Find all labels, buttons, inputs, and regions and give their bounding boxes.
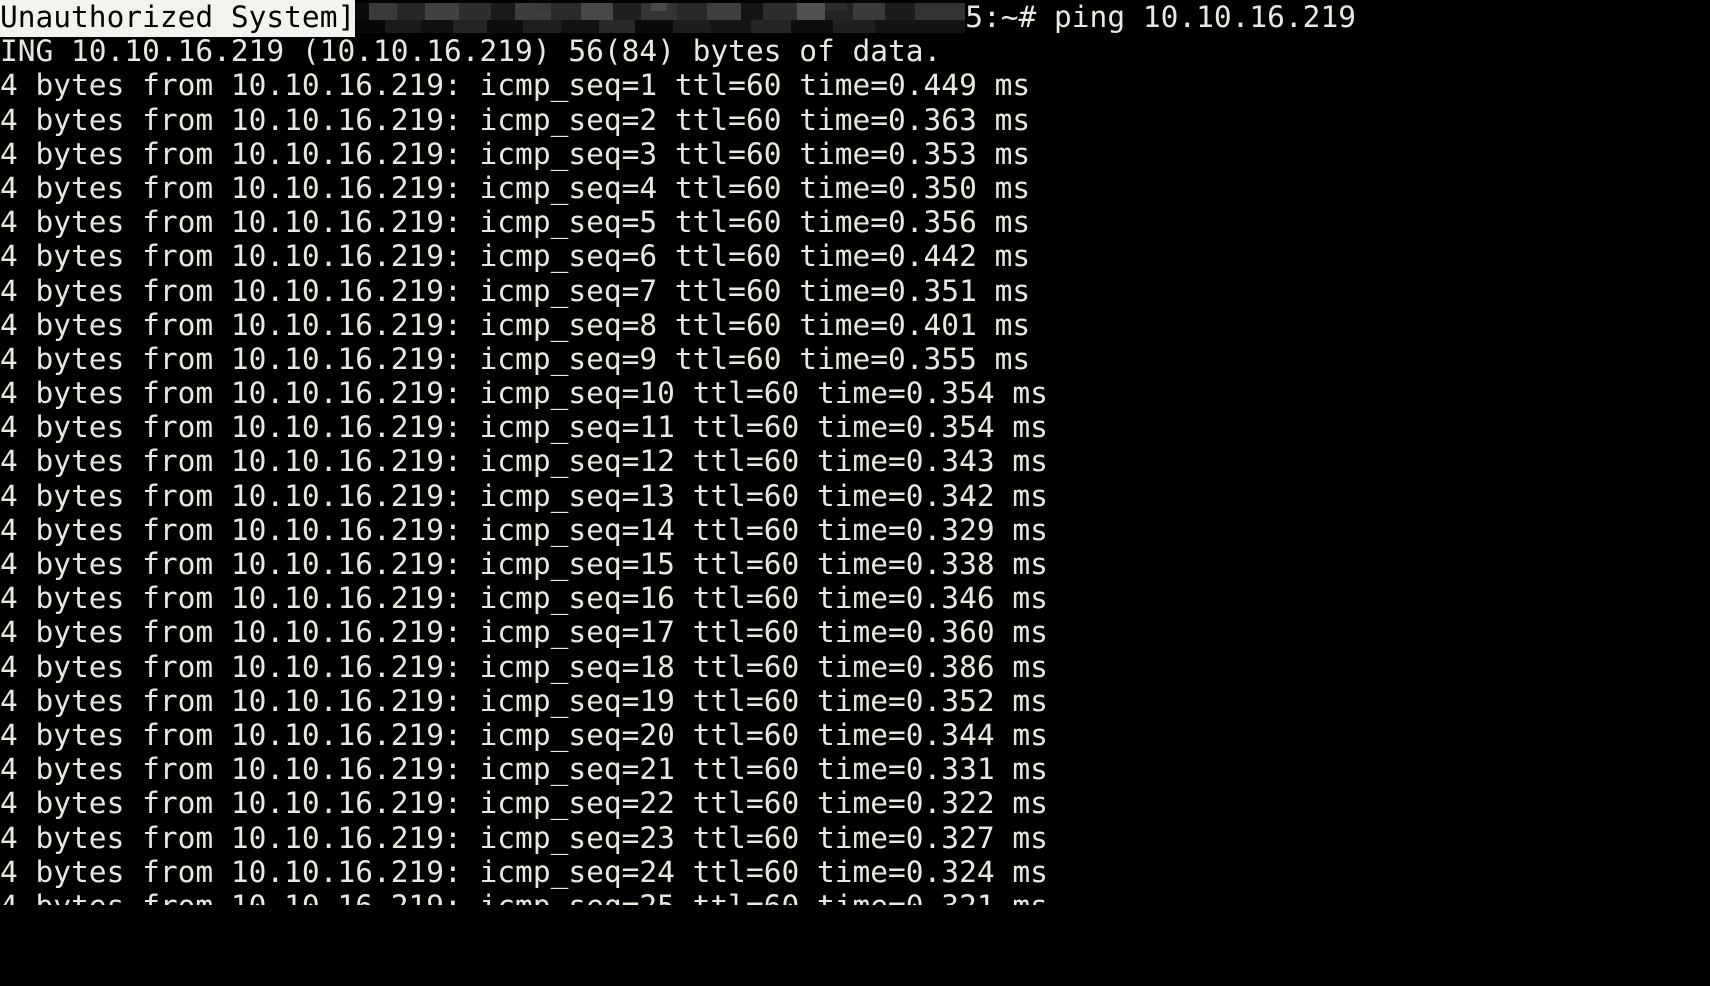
prompt-tail: 5:~#: [965, 0, 1055, 34]
ping-reply-line: 4 bytes from 10.10.16.219: icmp_seq=1 tt…: [0, 68, 1031, 103]
ping-reply-line-clipped: 4 bytes from 10.10.16.219: icmp_seq=25 t…: [0, 889, 1710, 905]
terminal-prompt-line: Unauthorized System] 5:~# ping 10.10.16.2…: [0, 0, 1710, 37]
terminal-window[interactable]: Unauthorized System] 5:~# ping 10.10.16.2…: [0, 0, 1710, 986]
ping-reply-line: 4 bytes from 10.10.16.219: icmp_seq=9 tt…: [0, 341, 1031, 376]
ping-reply-line: 4 bytes from 10.10.16.219: icmp_seq=11 t…: [0, 410, 1048, 445]
ping-reply-line: 4 bytes from 10.10.16.219: icmp_seq=6 tt…: [0, 239, 1031, 274]
ping-reply-line: 4 bytes from 10.10.16.219: icmp_seq=21 t…: [0, 752, 1048, 787]
ping-reply-line: 4 bytes from 10.10.16.219: icmp_seq=18 t…: [0, 649, 1048, 684]
ping-header-line: ING 10.10.16.219 (10.10.16.219) 56(84) b…: [0, 34, 942, 69]
ping-command-text: ping 10.10.16.219: [1054, 0, 1356, 34]
ping-reply-line: 4 bytes from 10.10.16.219: icmp_seq=23 t…: [0, 820, 1048, 855]
ping-reply-line: 4 bytes from 10.10.16.219: icmp_seq=13 t…: [0, 478, 1048, 513]
ping-reply-line: 4 bytes from 10.10.16.219: icmp_seq=24 t…: [0, 854, 1048, 889]
ping-reply-line: 4 bytes from 10.10.16.219: icmp_seq=7 tt…: [0, 273, 1031, 308]
ping-reply-line: 4 bytes from 10.10.16.219: icmp_seq=14 t…: [0, 512, 1048, 547]
redaction-ghost-glyphs: [355, 3, 966, 11]
ping-reply-line: 4 bytes from 10.10.16.219: icmp_seq=16 t…: [0, 581, 1048, 616]
ping-reply-line: 4 bytes from 10.10.16.219: icmp_seq=10 t…: [0, 376, 1048, 411]
ping-reply-line: 4 bytes from 10.10.16.219: icmp_seq=22 t…: [0, 786, 1048, 821]
redacted-user-host-block: [355, 3, 966, 33]
terminal-screen[interactable]: Unauthorized System] 5:~# ping 10.10.16.2…: [0, 0, 1710, 905]
ping-reply-line: 4 bytes from 10.10.16.219: icmp_seq=8 tt…: [0, 307, 1031, 342]
ping-reply-line: 4 bytes from 10.10.16.219: icmp_seq=12 t…: [0, 444, 1048, 479]
ping-reply-line: 4 bytes from 10.10.16.219: icmp_seq=3 tt…: [0, 136, 1031, 171]
ping-reply-line: 4 bytes from 10.10.16.219: icmp_seq=19 t…: [0, 683, 1048, 718]
ping-reply-line: 4 bytes from 10.10.16.219: icmp_seq=4 tt…: [0, 170, 1031, 205]
ping-reply-line: 4 bytes from 10.10.16.219: icmp_seq=15 t…: [0, 547, 1048, 581]
ping-reply-line: 4 bytes from 10.10.16.219: icmp_seq=5 tt…: [0, 205, 1031, 240]
ping-reply-line: 4 bytes from 10.10.16.219: icmp_seq=20 t…: [0, 717, 1048, 752]
ping-reply-line: 4 bytes from 10.10.16.219: icmp_seq=17 t…: [0, 615, 1048, 650]
unauthorized-system-banner: Unauthorized System]: [0, 0, 356, 37]
ping-reply-line: 4 bytes from 10.10.16.219: icmp_seq=2 tt…: [0, 102, 1031, 137]
